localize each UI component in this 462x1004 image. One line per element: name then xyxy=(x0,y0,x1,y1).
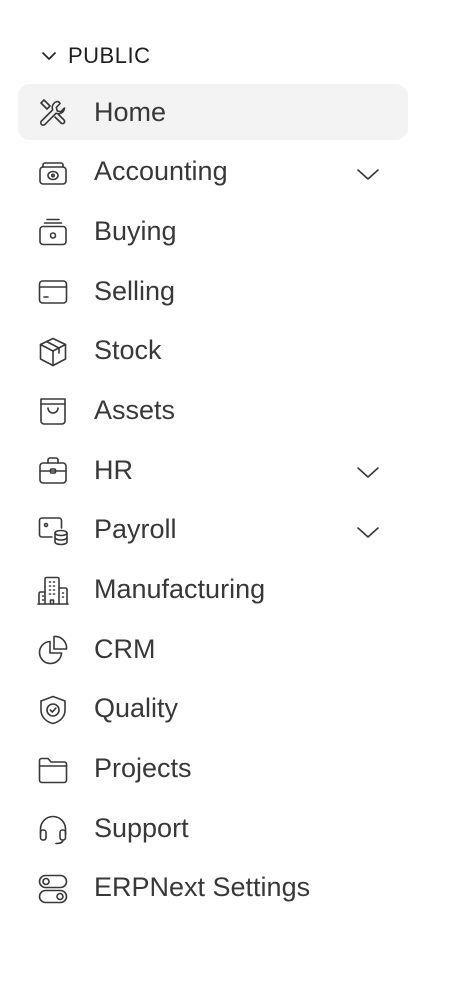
coin-stack-icon xyxy=(36,215,70,249)
sidebar-item-quality[interactable]: Quality xyxy=(18,681,408,737)
toggles-icon xyxy=(36,872,70,906)
sidebar-item-label: Projects xyxy=(94,753,192,784)
sidebar-item-home[interactable]: Home xyxy=(18,84,408,140)
sidebar-item-label: Home xyxy=(94,96,167,127)
sidebar-item-hr[interactable]: HR xyxy=(18,442,408,498)
sidebar-item-erpnext-settings[interactable]: ERPNext Settings xyxy=(18,860,408,916)
section-header-public[interactable]: PUBLIC xyxy=(40,40,150,72)
sidebar-item-assets[interactable]: Assets xyxy=(18,382,408,438)
sidebar-item-crm[interactable]: CRM xyxy=(18,621,408,677)
chevron-down-icon xyxy=(40,47,58,65)
sidebar-item-accounting[interactable]: Accounting xyxy=(18,144,408,200)
sidebar-item-label: CRM xyxy=(94,633,156,664)
pie-chart-icon xyxy=(36,633,70,667)
sidebar-item-label: Manufacturing xyxy=(94,574,266,604)
sidebar-item-support[interactable]: Support xyxy=(18,800,408,856)
shield-check-icon xyxy=(36,693,70,727)
money-icon xyxy=(36,156,70,190)
chevron-down-icon[interactable] xyxy=(354,518,382,546)
headset-icon xyxy=(36,812,70,846)
building-icon xyxy=(36,574,70,608)
bag-icon xyxy=(36,394,70,428)
sidebar-item-buying[interactable]: Buying xyxy=(18,203,408,259)
sidebar-item-label: Stock xyxy=(94,335,162,366)
sidebar-item-label: Selling xyxy=(94,275,176,306)
sidebar-item-manufacturing[interactable]: Manufacturing xyxy=(18,562,408,618)
card-icon xyxy=(36,275,70,309)
sidebar-item-stock[interactable]: Stock xyxy=(18,323,408,379)
sidebar-nav: Home Accounting Buying Selling Stock Ass… xyxy=(18,84,408,920)
box-icon xyxy=(36,335,70,369)
sidebar-item-label: HR xyxy=(94,454,133,485)
sidebar-item-label: Buying xyxy=(94,215,177,246)
payroll-icon xyxy=(36,514,70,548)
chevron-down-icon[interactable] xyxy=(354,458,382,486)
briefcase-icon xyxy=(36,454,70,488)
sidebar-item-label: Payroll xyxy=(94,514,177,545)
sidebar-item-payroll[interactable]: Payroll xyxy=(18,502,408,558)
sidebar-item-label: Accounting xyxy=(94,156,228,187)
section-label: PUBLIC xyxy=(68,43,151,68)
chevron-down-icon[interactable] xyxy=(354,160,382,188)
folder-icon xyxy=(36,753,70,787)
sidebar-item-label: ERPNext Settings xyxy=(94,872,311,903)
sidebar-item-label: Support xyxy=(94,812,189,843)
tools-icon xyxy=(36,96,70,130)
sidebar-item-label: Assets xyxy=(94,394,176,425)
sidebar-item-projects[interactable]: Projects xyxy=(18,741,408,797)
sidebar-item-label: Quality xyxy=(94,693,179,724)
sidebar-item-selling[interactable]: Selling xyxy=(18,263,408,319)
